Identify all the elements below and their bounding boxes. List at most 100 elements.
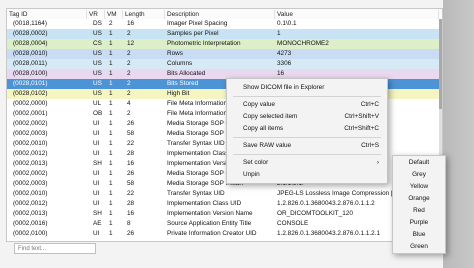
length-cell: 2 [127, 110, 131, 117]
length-cell: 16 [127, 160, 135, 167]
vm-cell: 1 [109, 40, 113, 47]
tag-id-cell: (0028,0002) [13, 30, 48, 37]
menu-item-set-color[interactable]: Set color › [227, 157, 387, 169]
tag-id-cell: (0002,0002) [13, 120, 48, 127]
description-cell: Source Application Entity Title [167, 220, 252, 227]
tag-id-cell: (0028,0004) [13, 40, 48, 47]
length-cell: 16 [127, 20, 135, 27]
vm-cell: 1 [109, 30, 113, 37]
menu-item-label: Copy all items [243, 125, 284, 132]
menu-item-label: Unpin [243, 171, 260, 178]
description-cell: Columns [167, 60, 193, 67]
description-cell: Transfer Syntax UID [167, 190, 225, 197]
tag-id-cell: (0002,0010) [13, 140, 48, 147]
color-option-red[interactable]: Red [393, 205, 445, 217]
description-cell: Private Information Creator UID [167, 230, 257, 237]
description-cell: Implementation Class UID [167, 200, 242, 207]
table-row[interactable]: (0002,0016) AE 1 8 Source Application Entity… [7, 219, 442, 229]
tag-id-cell: (0002,0013) [13, 160, 48, 167]
menu-item-label: Copy selected item [243, 113, 298, 120]
length-cell: 28 [127, 200, 135, 207]
length-cell: 2 [127, 80, 131, 87]
vm-cell: 1 [109, 220, 113, 227]
scrollbar-thumb[interactable] [439, 19, 442, 109]
vm-cell: 1 [109, 190, 113, 197]
tag-id-cell: (0002,0100) [13, 230, 48, 237]
menu-item-unpin[interactable]: Unpin [227, 169, 387, 181]
color-option-purple[interactable]: Purple [393, 217, 445, 229]
color-option-blue[interactable]: Blue [393, 229, 445, 241]
value-cell: MONOCHROME2 [277, 40, 329, 47]
length-cell: 8 [127, 220, 131, 227]
length-cell: 4 [127, 100, 131, 107]
length-cell: 26 [127, 120, 135, 127]
tag-id-cell: (0002,0003) [13, 130, 48, 137]
menu-separator [233, 154, 381, 155]
table-row[interactable]: (0028,0011) US 1 2 Columns 3306 [7, 59, 442, 69]
menu-item-label: Save RAW value [243, 142, 292, 149]
color-option-green[interactable]: Green [393, 241, 445, 253]
length-cell: 2 [127, 50, 131, 57]
menu-item-copy-value[interactable]: Copy value Ctrl+C [227, 99, 387, 111]
vm-cell: 1 [109, 210, 113, 217]
length-cell: 12 [127, 40, 135, 47]
vm-cell: 1 [109, 230, 113, 237]
menu-item-show-in-explorer[interactable]: Show DICOM file in Explorer [227, 82, 387, 94]
value-cell: 1 [277, 30, 281, 37]
length-cell: 22 [127, 190, 135, 197]
length-cell: 2 [127, 70, 131, 77]
tag-id-cell: (0028,0102) [13, 90, 48, 97]
tag-id-cell: (0002,0003) [13, 180, 48, 187]
length-cell: 2 [127, 30, 131, 37]
table-row[interactable]: (0002,0013) SH 1 16 Implementation Version N… [7, 209, 442, 219]
column-header-value[interactable]: Value [275, 10, 439, 19]
length-cell: 16 [127, 210, 135, 217]
menu-item-label: Copy value [243, 101, 275, 108]
vm-cell: 1 [109, 130, 113, 137]
description-cell: Photometric Interpretation [167, 40, 241, 47]
find-text-input[interactable]: Find text... [14, 243, 96, 254]
table-row[interactable]: (0028,0004) CS 1 12 Photometric Interpretati… [7, 39, 442, 49]
table-row[interactable]: (0018,1164) DS 2 16 Imager Pixel Spacing 0.1\… [7, 19, 442, 29]
table-row[interactable]: (0002,0012) UI 1 28 Implementation Class UID… [7, 199, 442, 209]
vm-cell: 1 [109, 60, 113, 67]
column-header-vm[interactable]: VM [105, 10, 123, 19]
tag-id-cell: (0002,0001) [13, 110, 48, 117]
tag-id-cell: (0028,0011) [13, 60, 47, 67]
menu-item-copy-all[interactable]: Copy all items Ctrl+Shift+C [227, 123, 387, 135]
vm-cell: 1 [109, 160, 113, 167]
value-cell: 0.1\0.1 [277, 20, 297, 27]
description-cell: Samples per Pixel [167, 30, 219, 37]
vm-cell: 1 [109, 100, 113, 107]
table-row[interactable]: (0028,0010) US 1 2 Rows 4273 [7, 49, 442, 59]
menu-shortcut: Ctrl+C [360, 101, 379, 108]
color-option-grey[interactable]: Grey [393, 169, 445, 181]
menu-separator [233, 96, 381, 97]
vm-cell: 1 [109, 170, 113, 177]
vm-cell: 1 [109, 140, 113, 147]
color-submenu: Default Grey Yellow Orange Red Purple Bl… [392, 155, 446, 254]
menu-item-save-raw[interactable]: Save RAW value Ctrl+S [227, 140, 387, 152]
length-cell: 26 [127, 230, 135, 237]
column-header-description[interactable]: Description [165, 10, 275, 19]
description-cell: Implementation Version Name [167, 210, 253, 217]
menu-shortcut: Ctrl+Shift+C [344, 125, 379, 132]
column-header-vr[interactable]: VR [87, 10, 105, 19]
table-row[interactable]: (0002,0100) UI 1 26 Private Information Crea… [7, 229, 442, 239]
table-row[interactable]: (0028,0002) US 1 2 Samples per Pixel 1 [7, 29, 442, 39]
color-option-yellow[interactable]: Yellow [393, 181, 445, 193]
vm-cell: 1 [109, 90, 113, 97]
length-cell: 26 [127, 170, 135, 177]
vm-cell: 1 [109, 120, 113, 127]
color-option-orange[interactable]: Orange [393, 193, 445, 205]
column-header-tag-id[interactable]: Tag ID [7, 10, 87, 19]
menu-item-copy-selected[interactable]: Copy selected item Ctrl+Shift+V [227, 111, 387, 123]
color-option-default[interactable]: Default [393, 157, 445, 169]
vm-cell: 1 [109, 110, 113, 117]
menu-item-label: Set color [243, 159, 269, 166]
vm-cell: 2 [109, 20, 113, 27]
tag-id-cell: (0002,0012) [13, 200, 48, 207]
table-row[interactable]: (0002,0010) UI 1 22 Transfer Syntax UID JPEG-… [7, 189, 442, 199]
chevron-right-icon: › [376, 159, 379, 166]
column-header-length[interactable]: Length [123, 10, 165, 19]
